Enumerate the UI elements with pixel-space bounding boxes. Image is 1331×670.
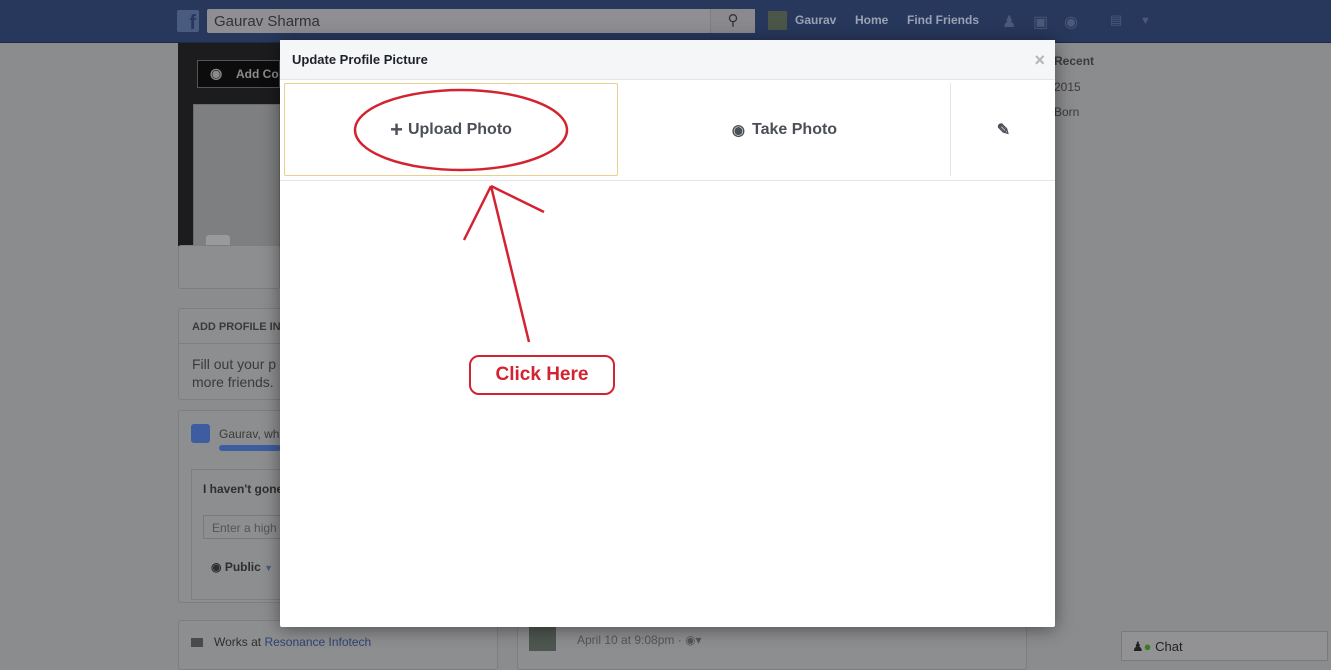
high-school-input[interactable]: Enter a high — [203, 515, 283, 539]
progress-bar — [219, 445, 281, 451]
timeline-year[interactable]: 2015 — [1054, 80, 1081, 94]
pencil-icon: ✎ — [996, 121, 1011, 139]
intro-card: Works at Resonance Infotech — [178, 620, 498, 670]
card-heading: ADD PROFILE IN — [192, 321, 281, 333]
timeline-born[interactable]: Born — [1054, 105, 1079, 119]
school-icon — [191, 424, 210, 443]
nav-home-link[interactable]: Home — [855, 13, 888, 27]
dialog-title: Update Profile Picture — [292, 52, 428, 67]
account-menu-chevron-icon[interactable]: ▼ — [1140, 15, 1151, 27]
profile-header-card — [178, 245, 280, 289]
card-text-2: more friends. — [192, 374, 274, 390]
close-icon[interactable]: × — [1034, 50, 1045, 71]
chat-status-icon: ♟● — [1132, 639, 1152, 654]
update-profile-picture-dialog: Update Profile Picture × + Upload Photo ◉… — [280, 40, 1055, 627]
dialog-header: Update Profile Picture × — [280, 40, 1055, 80]
privacy-selector[interactable]: ◉ Public ▼ — [211, 560, 273, 574]
company-link[interactable]: Resonance Infotech — [264, 635, 371, 649]
nav-find-friends-link[interactable]: Find Friends — [907, 13, 979, 27]
upload-photo-label: Upload Photo — [407, 120, 512, 138]
user-avatar[interactable] — [768, 11, 787, 30]
add-cover-label: Add Cover — [236, 67, 279, 81]
chat-label: Chat — [1155, 639, 1183, 654]
card-text: Fill out your p — [192, 356, 277, 372]
post-card: April 10 at 9:08pm · ◉▾ — [517, 620, 1027, 670]
timeline-recent[interactable]: Recent — [1054, 54, 1094, 68]
divider — [280, 180, 1055, 181]
camera-icon: ◉ — [731, 121, 746, 139]
take-photo-button[interactable]: ◉ Take Photo — [619, 83, 951, 176]
search-icon[interactable]: ⚲ — [710, 9, 755, 33]
friend-requests-icon[interactable]: ♟ — [1002, 12, 1016, 32]
briefcase-icon — [191, 638, 203, 647]
top-navbar: f Gaurav Sharma ⚲ Gaurav Home Find Frien… — [0, 0, 1331, 43]
notifications-globe-icon[interactable]: ◉ — [1064, 12, 1078, 32]
dropdown-arrow-icon: ▼ — [264, 563, 274, 573]
audience-globe-icon[interactable]: ◉▾ — [685, 633, 702, 647]
post-author-avatar[interactable] — [529, 623, 556, 651]
search-input[interactable]: Gaurav Sharma — [207, 9, 755, 33]
edit-thumbnail-button[interactable]: ✎ — [952, 83, 1055, 176]
camera-icon: ◉ — [210, 65, 223, 81]
click-here-annotation: Click Here — [469, 355, 615, 395]
works-at-label: Works at — [214, 635, 265, 649]
upload-photo-button[interactable]: + Upload Photo — [284, 83, 618, 176]
add-cover-button[interactable]: ◉ Add Cover — [197, 60, 280, 88]
nav-profile-link[interactable]: Gaurav — [795, 13, 836, 27]
high-school-title: I haven't gone — [203, 482, 284, 496]
globe-icon: ◉ — [211, 560, 225, 574]
privacy-shortcuts-icon[interactable]: ▤ — [1110, 12, 1122, 28]
privacy-label: Public — [224, 560, 261, 574]
question-text: Gaurav, wh — [219, 427, 280, 441]
plus-icon: + — [390, 116, 403, 142]
take-photo-label: Take Photo — [752, 120, 838, 138]
facebook-logo[interactable]: f — [177, 10, 199, 34]
messages-icon[interactable]: ▣ — [1033, 12, 1048, 32]
post-timestamp[interactable]: April 10 at 9:08pm · — [577, 633, 682, 647]
